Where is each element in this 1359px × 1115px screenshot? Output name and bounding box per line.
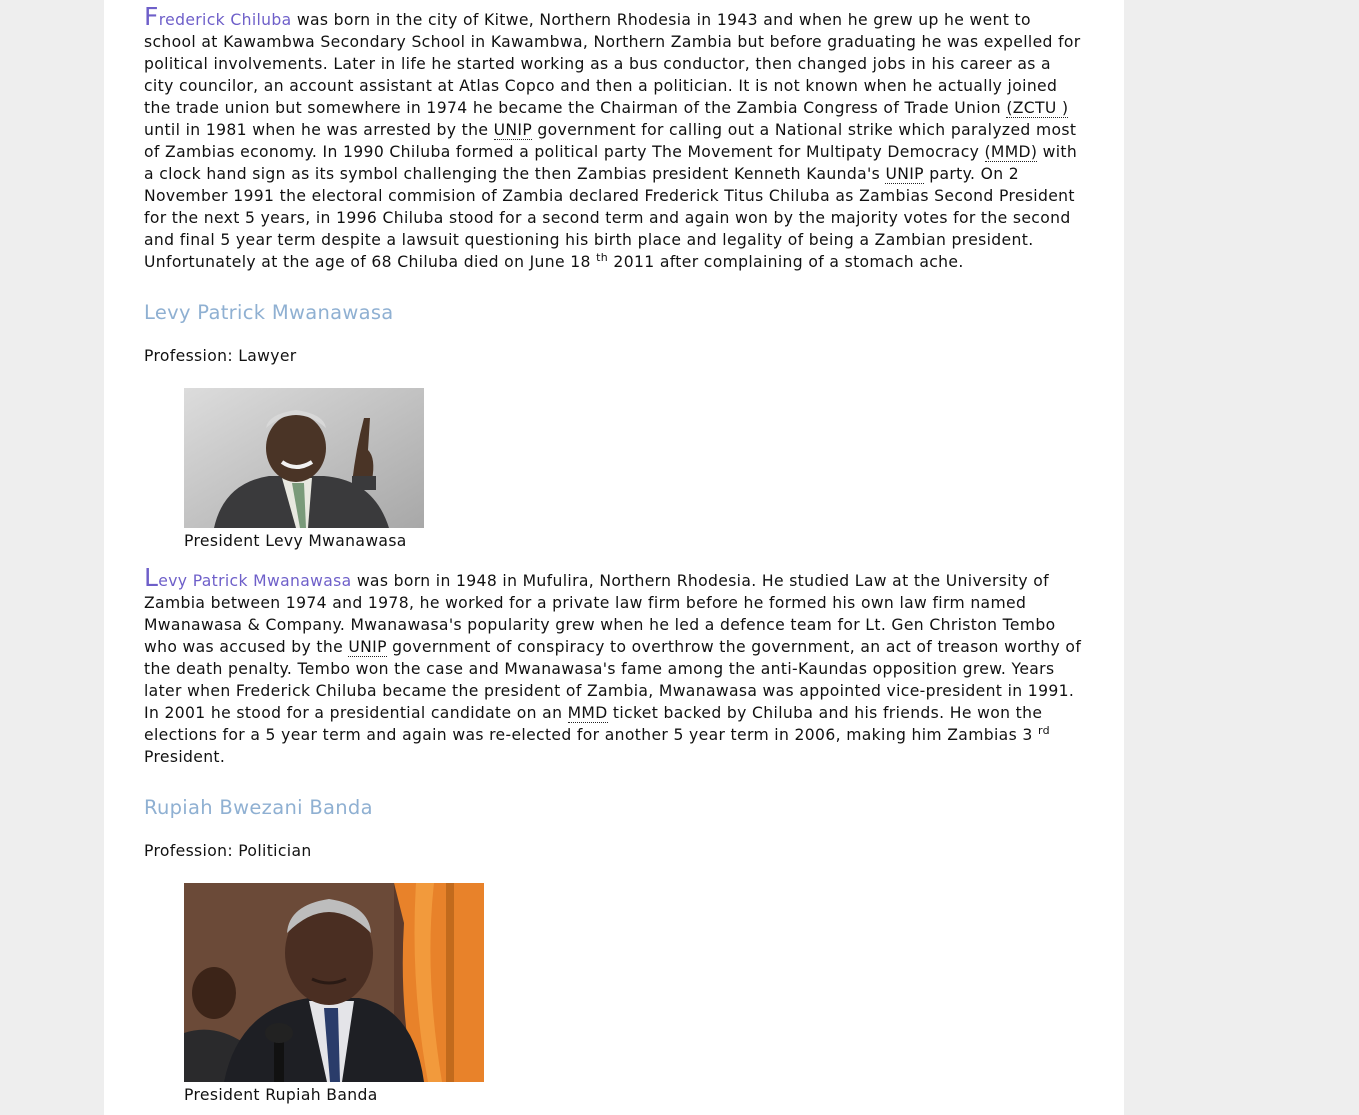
figure-mwanawasa: President Levy Mwanawasa [184,388,424,550]
photo-mwanawasa [184,388,424,528]
chiluba-bio: Frederick Chiluba was born in the city o… [144,4,1084,273]
bio-text: until in 1981 when he was arrested by th… [144,121,494,139]
drop-cap: F [144,2,159,31]
caption-banda: President Rupiah Banda [184,1086,378,1104]
bio-text: President. [144,748,226,766]
caption-mwanawasa: President Levy Mwanawasa [184,532,407,550]
figure-banda: President Rupiah Banda [184,883,484,1104]
bio-lead-name: evy Patrick Mwanawasa [158,572,352,590]
profession-banda: Profession: Politician [144,842,312,860]
drop-cap: L [144,563,159,592]
abbr-zctu[interactable]: (ZCTU ) [1006,99,1069,118]
ordinal-suffix: rd [1037,723,1050,737]
bio-lead-name: rederick Chiluba [158,11,292,29]
mwanawasa-bio: Levy Patrick Mwanawasa was born in 1948 … [144,565,1084,768]
profession-mwanawasa: Profession: Lawyer [144,347,297,365]
ordinal-suffix: th [596,250,609,264]
abbr-unip[interactable]: UNIP [885,165,924,184]
abbr-unip[interactable]: UNIP [348,638,387,657]
section-heading-mwanawasa: Levy Patrick Mwanawasa [144,301,394,324]
abbr-mmd[interactable]: (MMD) [984,143,1038,162]
section-heading-banda: Rupiah Bwezani Banda [144,796,373,819]
abbr-mmd[interactable]: MMD [567,704,608,723]
bio-text: 2011 after complaining of a stomach ache… [608,253,964,271]
page: Frederick Chiluba was born in the city o… [104,0,1124,1115]
abbr-unip[interactable]: UNIP [493,121,533,140]
photo-banda [184,883,484,1082]
